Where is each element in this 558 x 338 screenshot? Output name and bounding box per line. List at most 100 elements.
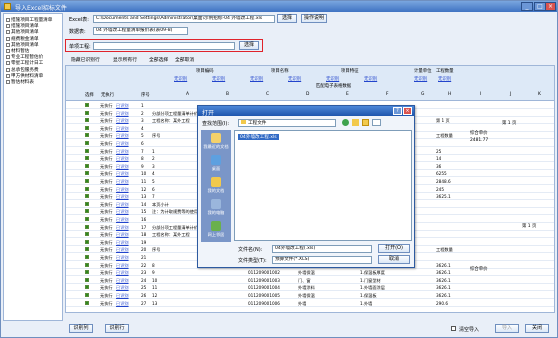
file-item[interactable]: 04外墙改工程.xls bbox=[238, 134, 279, 140]
dialog-close-button[interactable]: × bbox=[403, 107, 412, 115]
header-link[interactable]: 无识别 bbox=[174, 76, 187, 82]
row-identify-link[interactable]: 已识别 bbox=[116, 141, 129, 147]
row-identify-link[interactable]: 已识别 bbox=[116, 111, 129, 117]
row-identify-link[interactable]: 已识别 bbox=[116, 179, 129, 185]
row-identify-link[interactable]: 已识别 bbox=[116, 240, 129, 246]
view-menu-icon[interactable] bbox=[372, 119, 381, 126]
table-row[interactable]: 无执行 已识别 25 11 011209001004 外墙涂料 1.外墙面涂层 3626.1 bbox=[66, 284, 554, 292]
row-identify-link[interactable]: 已识别 bbox=[116, 270, 129, 276]
tab-show-all[interactable]: 显示所有行 bbox=[113, 56, 137, 63]
clear-import-checkbox[interactable] bbox=[451, 326, 456, 331]
sidebar-item[interactable]: 甲方供材料清单 bbox=[6, 73, 62, 79]
row-identify-link[interactable]: 已识别 bbox=[116, 118, 129, 124]
help-icon[interactable]: ? bbox=[393, 107, 402, 115]
new-folder-icon[interactable] bbox=[362, 119, 369, 126]
header-link[interactable]: 无识别 bbox=[326, 76, 339, 82]
table-row[interactable]: 无执行 已识别 27 13 011209001006 外墙 1.外墙 290.6 bbox=[66, 300, 554, 307]
minimize-button[interactable]: _ bbox=[521, 2, 533, 11]
row-identify-link[interactable]: 已识别 bbox=[116, 255, 129, 261]
row-checkbox[interactable] bbox=[85, 217, 89, 221]
filetype-select[interactable]: 预算文件(*.XLS) bbox=[272, 256, 372, 264]
place-desktop[interactable]: 桌面 bbox=[201, 152, 231, 174]
row-checkbox[interactable] bbox=[85, 232, 89, 237]
sidebar-item[interactable]: 总承包服务费 bbox=[6, 67, 62, 73]
row-checkbox[interactable] bbox=[85, 186, 89, 191]
select-file-button[interactable]: 选择 bbox=[277, 14, 297, 23]
row-identify-link[interactable]: 已识别 bbox=[116, 133, 129, 139]
row-checkbox[interactable] bbox=[85, 163, 89, 168]
table-row[interactable]: 无执行 已识别 26 12 011209001005 外墙保温 1.保温板 3626.1 bbox=[66, 292, 554, 299]
row-identify-link[interactable]: 已识别 bbox=[116, 164, 129, 170]
excel-path-input[interactable]: C:\Documents and Settings\Administrator\… bbox=[93, 15, 275, 23]
header-link[interactable]: 无识别 bbox=[212, 76, 225, 82]
sheet-select[interactable]: 04 外墙改工程量清单报价表(表09-8) bbox=[93, 27, 188, 35]
row-checkbox[interactable] bbox=[85, 285, 89, 290]
row-identify-link[interactable]: 已识别 bbox=[116, 278, 129, 284]
row-checkbox[interactable] bbox=[85, 148, 89, 153]
project-select-button[interactable]: 选择 bbox=[239, 41, 259, 50]
row-checkbox[interactable] bbox=[85, 201, 89, 206]
cancel-button[interactable]: 取消 bbox=[378, 255, 410, 264]
row-identify-link[interactable]: 已识别 bbox=[116, 217, 129, 223]
open-button[interactable]: 打开(O) bbox=[378, 244, 410, 253]
row-identify-link[interactable]: 已识别 bbox=[116, 247, 129, 253]
sidebar-item[interactable]: 材料暂估 bbox=[6, 48, 62, 54]
tab-select-all[interactable]: 全部选择 bbox=[149, 56, 168, 63]
tab-hide-identified[interactable]: 隐藏已识别行 bbox=[71, 56, 100, 63]
row-checkbox[interactable] bbox=[85, 133, 89, 138]
project-input[interactable] bbox=[93, 42, 235, 50]
identify-columns-button[interactable]: 识别列 bbox=[69, 324, 93, 333]
up-folder-icon[interactable] bbox=[352, 119, 359, 126]
row-identify-link[interactable]: 已识别 bbox=[116, 171, 129, 177]
row-identify-link[interactable]: 已识别 bbox=[116, 103, 129, 109]
sidebar-item[interactable]: 措施项目工程量清单 bbox=[6, 17, 62, 23]
row-identify-link[interactable]: 已识别 bbox=[116, 156, 129, 162]
row-identify-link[interactable]: 已识别 bbox=[116, 225, 129, 231]
row-checkbox[interactable] bbox=[85, 194, 89, 199]
row-identify-link[interactable]: 已识别 bbox=[116, 263, 129, 269]
table-row[interactable]: 无执行 已识别 24 10 011209001003 门、窗 1.门窗型材 3626.1 bbox=[66, 277, 554, 284]
row-checkbox[interactable] bbox=[85, 239, 89, 244]
sidebar-item[interactable]: 其他项目清单 bbox=[6, 29, 62, 35]
close-button[interactable]: 关闭 bbox=[525, 324, 549, 333]
row-checkbox[interactable] bbox=[85, 179, 89, 183]
row-checkbox[interactable] bbox=[85, 118, 89, 123]
sidebar-item[interactable]: 其他项目清单 bbox=[6, 42, 62, 48]
back-icon[interactable] bbox=[342, 119, 349, 126]
row-checkbox[interactable] bbox=[85, 209, 89, 214]
row-checkbox[interactable] bbox=[85, 262, 89, 267]
row-checkbox[interactable] bbox=[85, 171, 89, 176]
row-identify-link[interactable]: 已识别 bbox=[116, 232, 129, 238]
instructions-button[interactable]: 操作说明 bbox=[301, 14, 327, 23]
row-identify-link[interactable]: 已识别 bbox=[116, 293, 129, 299]
row-checkbox[interactable] bbox=[85, 224, 89, 229]
header-link[interactable]: 无识别 bbox=[250, 76, 263, 82]
place-computer[interactable]: 我的电脑 bbox=[201, 196, 231, 218]
row-identify-link[interactable]: 已识别 bbox=[116, 301, 129, 307]
row-checkbox[interactable] bbox=[85, 255, 89, 259]
row-checkbox[interactable] bbox=[85, 125, 89, 130]
lookin-select[interactable]: 工程文件 bbox=[238, 119, 336, 127]
row-checkbox[interactable] bbox=[85, 141, 89, 145]
sidebar-item[interactable]: 暂估材料表 bbox=[6, 79, 62, 85]
row-identify-link[interactable]: 已识别 bbox=[116, 209, 129, 215]
header-link[interactable]: 无识别 bbox=[438, 76, 451, 82]
row-identify-link[interactable]: 已识别 bbox=[116, 126, 129, 132]
row-checkbox[interactable] bbox=[85, 270, 89, 275]
filename-input[interactable]: 04外墙改工程(.xls) bbox=[272, 245, 372, 253]
close-window-button[interactable]: × bbox=[545, 2, 556, 11]
row-checkbox[interactable] bbox=[85, 156, 89, 161]
row-checkbox[interactable] bbox=[85, 110, 89, 115]
sidebar-item[interactable]: 规费税金清单 bbox=[6, 36, 62, 42]
header-link[interactable]: 无识别 bbox=[288, 76, 301, 82]
sidebar-item[interactable]: 专业工程暂估价 bbox=[6, 54, 62, 60]
identify-rows-button[interactable]: 识别行 bbox=[105, 324, 129, 333]
sidebar-item[interactable]: 措施项目清单 bbox=[6, 23, 62, 29]
place-recent[interactable]: 我最近的文档 bbox=[201, 130, 231, 152]
place-documents[interactable]: 我的文档 bbox=[201, 174, 231, 196]
row-checkbox[interactable] bbox=[85, 300, 89, 305]
row-checkbox[interactable] bbox=[85, 103, 89, 107]
row-identify-link[interactable]: 已识别 bbox=[116, 285, 129, 291]
place-network[interactable]: 网上邻居 bbox=[201, 218, 231, 240]
row-checkbox[interactable] bbox=[85, 277, 89, 282]
